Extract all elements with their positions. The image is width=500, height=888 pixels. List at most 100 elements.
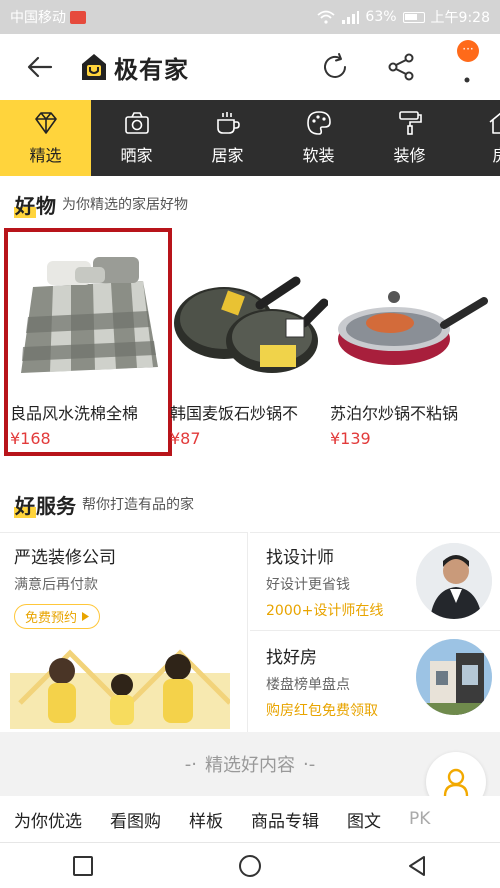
tab-show-home[interactable]: 晒家 [91, 100, 182, 176]
content-tab-shop-by-image[interactable]: 看图购 [96, 807, 175, 832]
back-icon[interactable] [406, 855, 428, 877]
product-image-wok [168, 232, 328, 402]
house-icon [488, 112, 500, 134]
renovation-company-card[interactable]: 严选装修公司 满意后再付款 免费预约 [0, 532, 248, 732]
brand-logo-icon [82, 54, 106, 80]
share-icon [388, 53, 414, 81]
family-illustration [10, 649, 230, 729]
services-grid: 严选装修公司 满意后再付款 免费预约 找设计师 好设计更省钱 2000+设计师在 [0, 532, 500, 732]
product-card[interactable]: 苏泊尔炒锅不粘锅 ¥139 [328, 232, 488, 452]
tab-house[interactable]: 房 [455, 100, 500, 176]
cup-icon [216, 112, 240, 134]
find-house-card[interactable]: 找好房 楼盘榜单盘点 购房红包免费领取 [250, 633, 500, 732]
refresh-button[interactable] [302, 34, 368, 100]
recommend-dash-left: -· [184, 753, 197, 775]
tab-featured[interactable]: 精选 [0, 100, 91, 176]
tab-label: 软装 [302, 146, 335, 165]
diamond-icon [34, 112, 57, 134]
user-icon [443, 768, 469, 797]
refresh-icon [324, 53, 346, 78]
header-actions: ··· [302, 34, 500, 100]
more-menu-button[interactable]: ··· [434, 34, 500, 100]
product-card[interactable]: 韩国麦饭石炒锅不 ¥87 [168, 232, 328, 452]
status-right: 63% 上午9:28 [317, 7, 490, 27]
find-designer-card[interactable]: 找设计师 好设计更省钱 2000+设计师在线 [250, 532, 500, 631]
free-booking-label: 免费预约 [25, 611, 78, 626]
brand-name: 极有家 [114, 55, 189, 84]
carrier-name: 中国移动 [10, 10, 66, 26]
nonstick-wok-image [338, 291, 488, 365]
house-photo [416, 639, 492, 715]
free-booking-button[interactable]: 免费预约 [14, 604, 101, 629]
wok-image [174, 276, 328, 373]
tab-label: 居家 [211, 146, 244, 165]
content-tabs: 为你优选 看图购 样板 商品专辑 图文 PK [0, 796, 500, 842]
recommend-dash-right: ·- [303, 753, 316, 775]
services-header: 好服务 帮你打造有品的家 [0, 476, 500, 532]
services-subtitle: 帮你打造有品的家 [82, 497, 194, 513]
recommend-label: 精选好内容 [205, 755, 295, 776]
renovation-subtitle: 满意后再付款 [14, 577, 98, 593]
status-bar: 中国移动 63% 上午9:28 [0, 0, 500, 34]
tab-home-living[interactable]: 居家 [182, 100, 273, 176]
brand: 极有家 [80, 50, 189, 85]
recents-icon[interactable] [72, 855, 94, 877]
services-header-section: 好服务 帮你打造有品的家 [0, 476, 500, 532]
product-name: 韩国麦饭石炒锅不 [170, 404, 299, 423]
tab-label: 房 [492, 142, 500, 166]
house-image [416, 639, 492, 715]
services-title-rest: 服务 [36, 493, 76, 518]
battery-icon [402, 11, 425, 23]
content-tab-product-album[interactable]: 商品专辑 [237, 807, 333, 832]
camera-icon [124, 112, 149, 134]
goods-title-highlight: 好 [14, 193, 36, 218]
tab-label: 装修 [393, 146, 426, 165]
product-price: ¥139 [330, 429, 371, 448]
product-list: 良品风水洗棉全棉 ¥168 韩国麦饭石炒锅不 ¥87 苏泊尔炒锅不粘锅 ¥139 [0, 228, 500, 456]
tab-soft-decor[interactable]: 软装 [273, 100, 364, 176]
services-title-highlight: 好 [14, 493, 36, 518]
sim-icon [70, 10, 86, 24]
goods-title-rest: 物 [36, 193, 56, 218]
palette-icon [306, 111, 331, 135]
tab-label: 晒家 [120, 146, 153, 165]
goods-section: 好物 为你精选的家居好物 良品风水洗棉全棉 ¥168 韩国麦饭石炒锅不 ¥87 … [0, 176, 500, 476]
content-tab-pk[interactable]: PK [395, 809, 444, 829]
battery-percent: 63% [365, 9, 397, 25]
bedding-image [21, 257, 158, 373]
category-tabs: 精选 晒家 居家 软装 装修 [0, 100, 500, 176]
back-button[interactable] [0, 34, 80, 100]
goods-title: 好物 [14, 190, 56, 219]
signal-icon [342, 11, 360, 24]
product-image-nonstick-wok [328, 232, 488, 402]
home-icon[interactable] [238, 854, 262, 878]
share-button[interactable] [368, 34, 434, 100]
product-image-bedding [8, 232, 168, 402]
wifi-icon [317, 10, 336, 24]
back-arrow-icon [27, 56, 53, 78]
more-badge: ··· [457, 40, 479, 62]
designer-photo [416, 543, 492, 619]
product-name: 良品风水洗棉全棉 [10, 404, 139, 423]
screen: 中国移动 63% 上午9:28 极有家 ··· 精选 晒家 居家 软装 装修 好… [0, 0, 500, 888]
recommend-divider: -· 精选好内容 ·- [0, 732, 500, 796]
paint-roller-icon [398, 111, 422, 135]
renovation-title: 严选装修公司 [14, 548, 116, 568]
tab-renovation[interactable]: 装修 [364, 100, 455, 176]
designer-avatar [416, 543, 492, 619]
tab-label: 精选 [29, 146, 62, 165]
content-tab-showroom[interactable]: 样板 [175, 807, 237, 832]
app-header: 极有家 ··· [0, 34, 500, 100]
product-card[interactable]: 良品风水洗棉全棉 ¥168 [4, 228, 172, 456]
services-title: 好服务 [14, 490, 76, 519]
goods-subtitle: 为你精选的家居好物 [62, 197, 188, 213]
product-name: 苏泊尔炒锅不粘锅 [330, 404, 459, 423]
product-price: ¥87 [170, 429, 201, 448]
system-nav-bar [0, 842, 500, 888]
goods-header: 好物 为你精选的家居好物 [0, 176, 500, 232]
clock: 上午9:28 [430, 10, 490, 26]
play-triangle-icon [82, 612, 90, 621]
content-tab-for-you[interactable]: 为你优选 [0, 807, 96, 832]
product-price: ¥168 [10, 429, 51, 448]
content-tab-articles[interactable]: 图文 [333, 807, 395, 832]
